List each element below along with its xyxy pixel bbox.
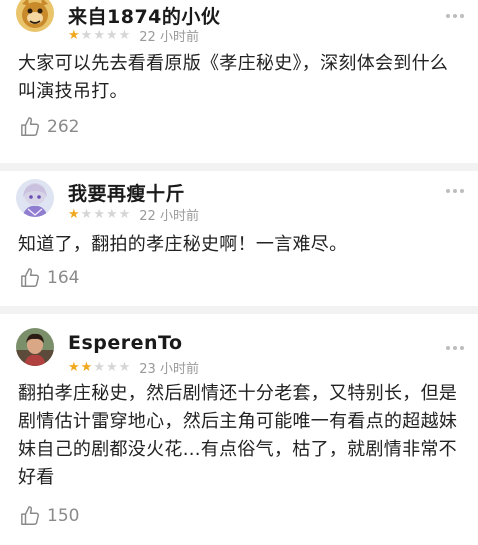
star-icon: ★ <box>118 359 131 375</box>
timestamp: 23 小时前 <box>139 361 199 377</box>
like-button[interactable]: 262 <box>20 116 79 138</box>
more-icon[interactable] <box>446 346 464 350</box>
rating-stars: ★ ★ ★ ★ ★ <box>68 208 131 221</box>
divider <box>0 163 478 171</box>
divider <box>0 306 478 314</box>
comment-meta: ★ ★ ★ ★ ★ 23 小时前 <box>68 359 199 377</box>
star-icon: ★ <box>118 27 131 43</box>
comment-text: 大家可以先去看看原版《孝庄秘史》，深刻体会到什么叫演技吊打。 <box>18 53 449 102</box>
star-icon: ★ <box>105 27 118 43</box>
photo-avatar-icon <box>16 328 54 366</box>
anime-avatar-icon <box>16 179 54 217</box>
avatar[interactable] <box>16 328 54 366</box>
star-icon: ★ <box>80 206 93 222</box>
comment-text: 知道了，翻拍的孝庄秘史啊！一言难尽。 <box>18 234 348 255</box>
like-count: 164 <box>47 268 80 288</box>
username[interactable]: EsperenTo <box>68 332 183 354</box>
star-icon: ★ <box>80 359 93 375</box>
star-icon: ★ <box>68 359 80 375</box>
star-icon: ★ <box>105 359 118 375</box>
rating-stars: ★ ★ ★ ★ ★ <box>68 29 131 42</box>
timestamp: 22 小时前 <box>139 29 199 45</box>
star-icon: ★ <box>93 206 105 222</box>
like-count: 150 <box>47 506 80 526</box>
star-icon: ★ <box>68 206 80 222</box>
like-count: 262 <box>47 117 80 137</box>
star-icon: ★ <box>118 206 131 222</box>
star-icon: ★ <box>93 359 105 375</box>
more-icon[interactable] <box>446 189 464 193</box>
comment-text: 翻拍孝庄秘史，然后剧情还十分老套，又特别长，但是剧情估计雷穿地心，然后主角可能唯… <box>18 383 458 488</box>
timestamp: 22 小时前 <box>139 208 199 224</box>
star-icon: ★ <box>68 27 80 43</box>
star-icon: ★ <box>93 27 105 43</box>
star-icon: ★ <box>80 27 93 43</box>
thumbs-up-icon <box>21 268 40 287</box>
avatar[interactable] <box>16 179 54 217</box>
more-icon[interactable] <box>446 14 464 18</box>
username[interactable]: 我要再瘦十斤 <box>68 179 185 206</box>
avatar[interactable] <box>16 0 54 32</box>
comment-item: EsperenTo ★ ★ ★ ★ ★ 23 小时前 翻拍孝庄秘史，然后剧情还十分老套，… <box>0 314 478 545</box>
thumbs-up-icon <box>21 117 40 136</box>
comment-meta: ★ ★ ★ ★ ★ 22 小时前 <box>68 27 199 45</box>
like-button[interactable]: 164 <box>20 267 79 289</box>
star-icon: ★ <box>105 206 118 222</box>
comment-meta: ★ ★ ★ ★ ★ 22 小时前 <box>68 206 199 224</box>
rating-stars: ★ ★ ★ ★ ★ <box>68 361 131 374</box>
comment-item: 来自1874的小伙 ★ ★ ★ ★ ★ 22 小时前 大家可以先去看看原版《孝庄秘史》，… <box>0 0 478 165</box>
cartoon-avatar-icon <box>16 0 54 32</box>
thumbs-up-icon <box>21 506 40 525</box>
like-button[interactable]: 150 <box>20 505 79 527</box>
comment-item: 我要再瘦十斤 ★ ★ ★ ★ ★ 22 小时前 知道了，翻拍的孝庄秘史啊！一言难尽。 1… <box>0 171 478 306</box>
